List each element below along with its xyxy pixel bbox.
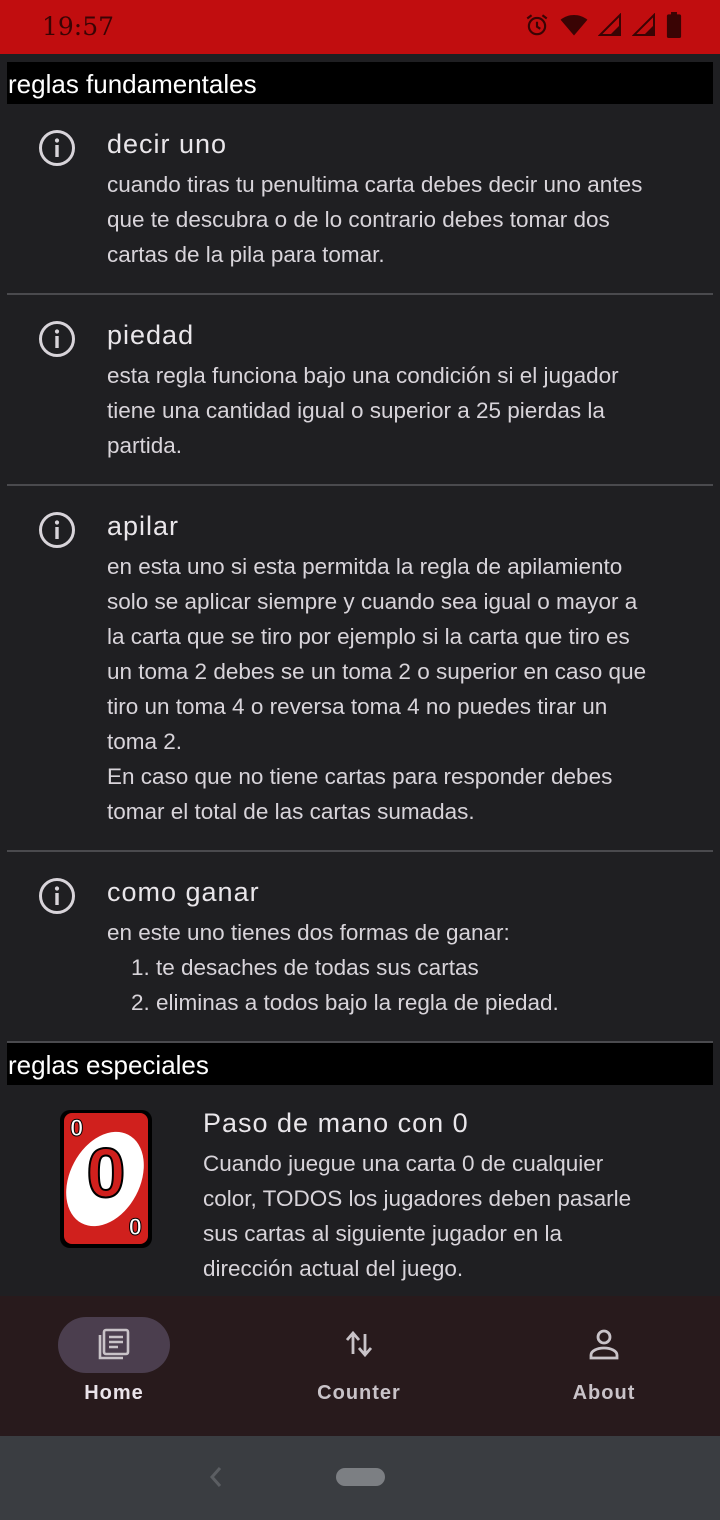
nav-label: Counter [317,1382,401,1404]
rule-title: apilar [107,511,180,541]
info-icon [39,512,75,548]
rule-title: piedad [107,320,195,350]
special-rule-title: Paso de mano con 0 [203,1108,469,1138]
divider [7,293,713,295]
special-rule-description: Cuando juegue una carta 0 de cualquier c… [203,1151,632,1281]
article-icon [98,1328,130,1360]
bottom-navigation: Home Counter About [0,1296,720,1436]
signal-icon [632,13,655,36]
status-bar: 19:57 [0,0,720,54]
nav-label: Home [84,1382,144,1404]
rule-description: cuando tiras tu penultima carta debes de… [107,172,643,267]
card-value: 0 [86,1133,127,1213]
info-icon [39,321,75,357]
rule-description: en esta uno si esta permitda la regla de… [107,554,647,824]
home-gesture-handle[interactable] [336,1468,385,1486]
person-icon [589,1329,619,1360]
nav-item-home[interactable]: Home [18,1316,218,1416]
rule-description: en este uno tienes dos formas de ganar: … [107,915,697,1020]
alarm-icon [526,14,548,36]
divider [7,484,713,486]
list-item: 2. eliminas a todos bajo la regla de pie… [131,990,559,1015]
info-icon [39,130,75,166]
wifi-icon [560,14,588,36]
info-icon [39,878,75,914]
section-header-special: reglas especiales [7,1043,713,1085]
rule-title: como ganar [107,877,260,907]
nav-label: About [572,1382,636,1404]
rule-description: esta regla funciona bajo una condición s… [107,363,619,458]
back-icon[interactable] [205,1462,227,1492]
nav-item-counter[interactable]: Counter [263,1316,463,1416]
battery-icon [666,12,682,38]
uno-card-zero-image: 0 0 0 [60,1110,152,1248]
divider [7,850,713,852]
signal-icon [598,13,621,36]
rule-title: decir uno [107,129,228,159]
special-rule-item: Paso de mano con 0 Cuando juegue una car… [203,1108,703,1286]
rules-list[interactable]: reglas fundamentales decir uno cuando ti… [0,54,720,1296]
swap-vertical-icon [345,1330,373,1358]
system-navigation-bar [0,1436,720,1520]
section-header-fundamental: reglas fundamentales [7,62,713,104]
nav-item-about[interactable]: About [508,1316,708,1416]
list-item: 1. te desaches de todas sus cartas [131,955,479,980]
status-time: 19:57 [42,12,115,41]
status-icons [524,12,682,38]
